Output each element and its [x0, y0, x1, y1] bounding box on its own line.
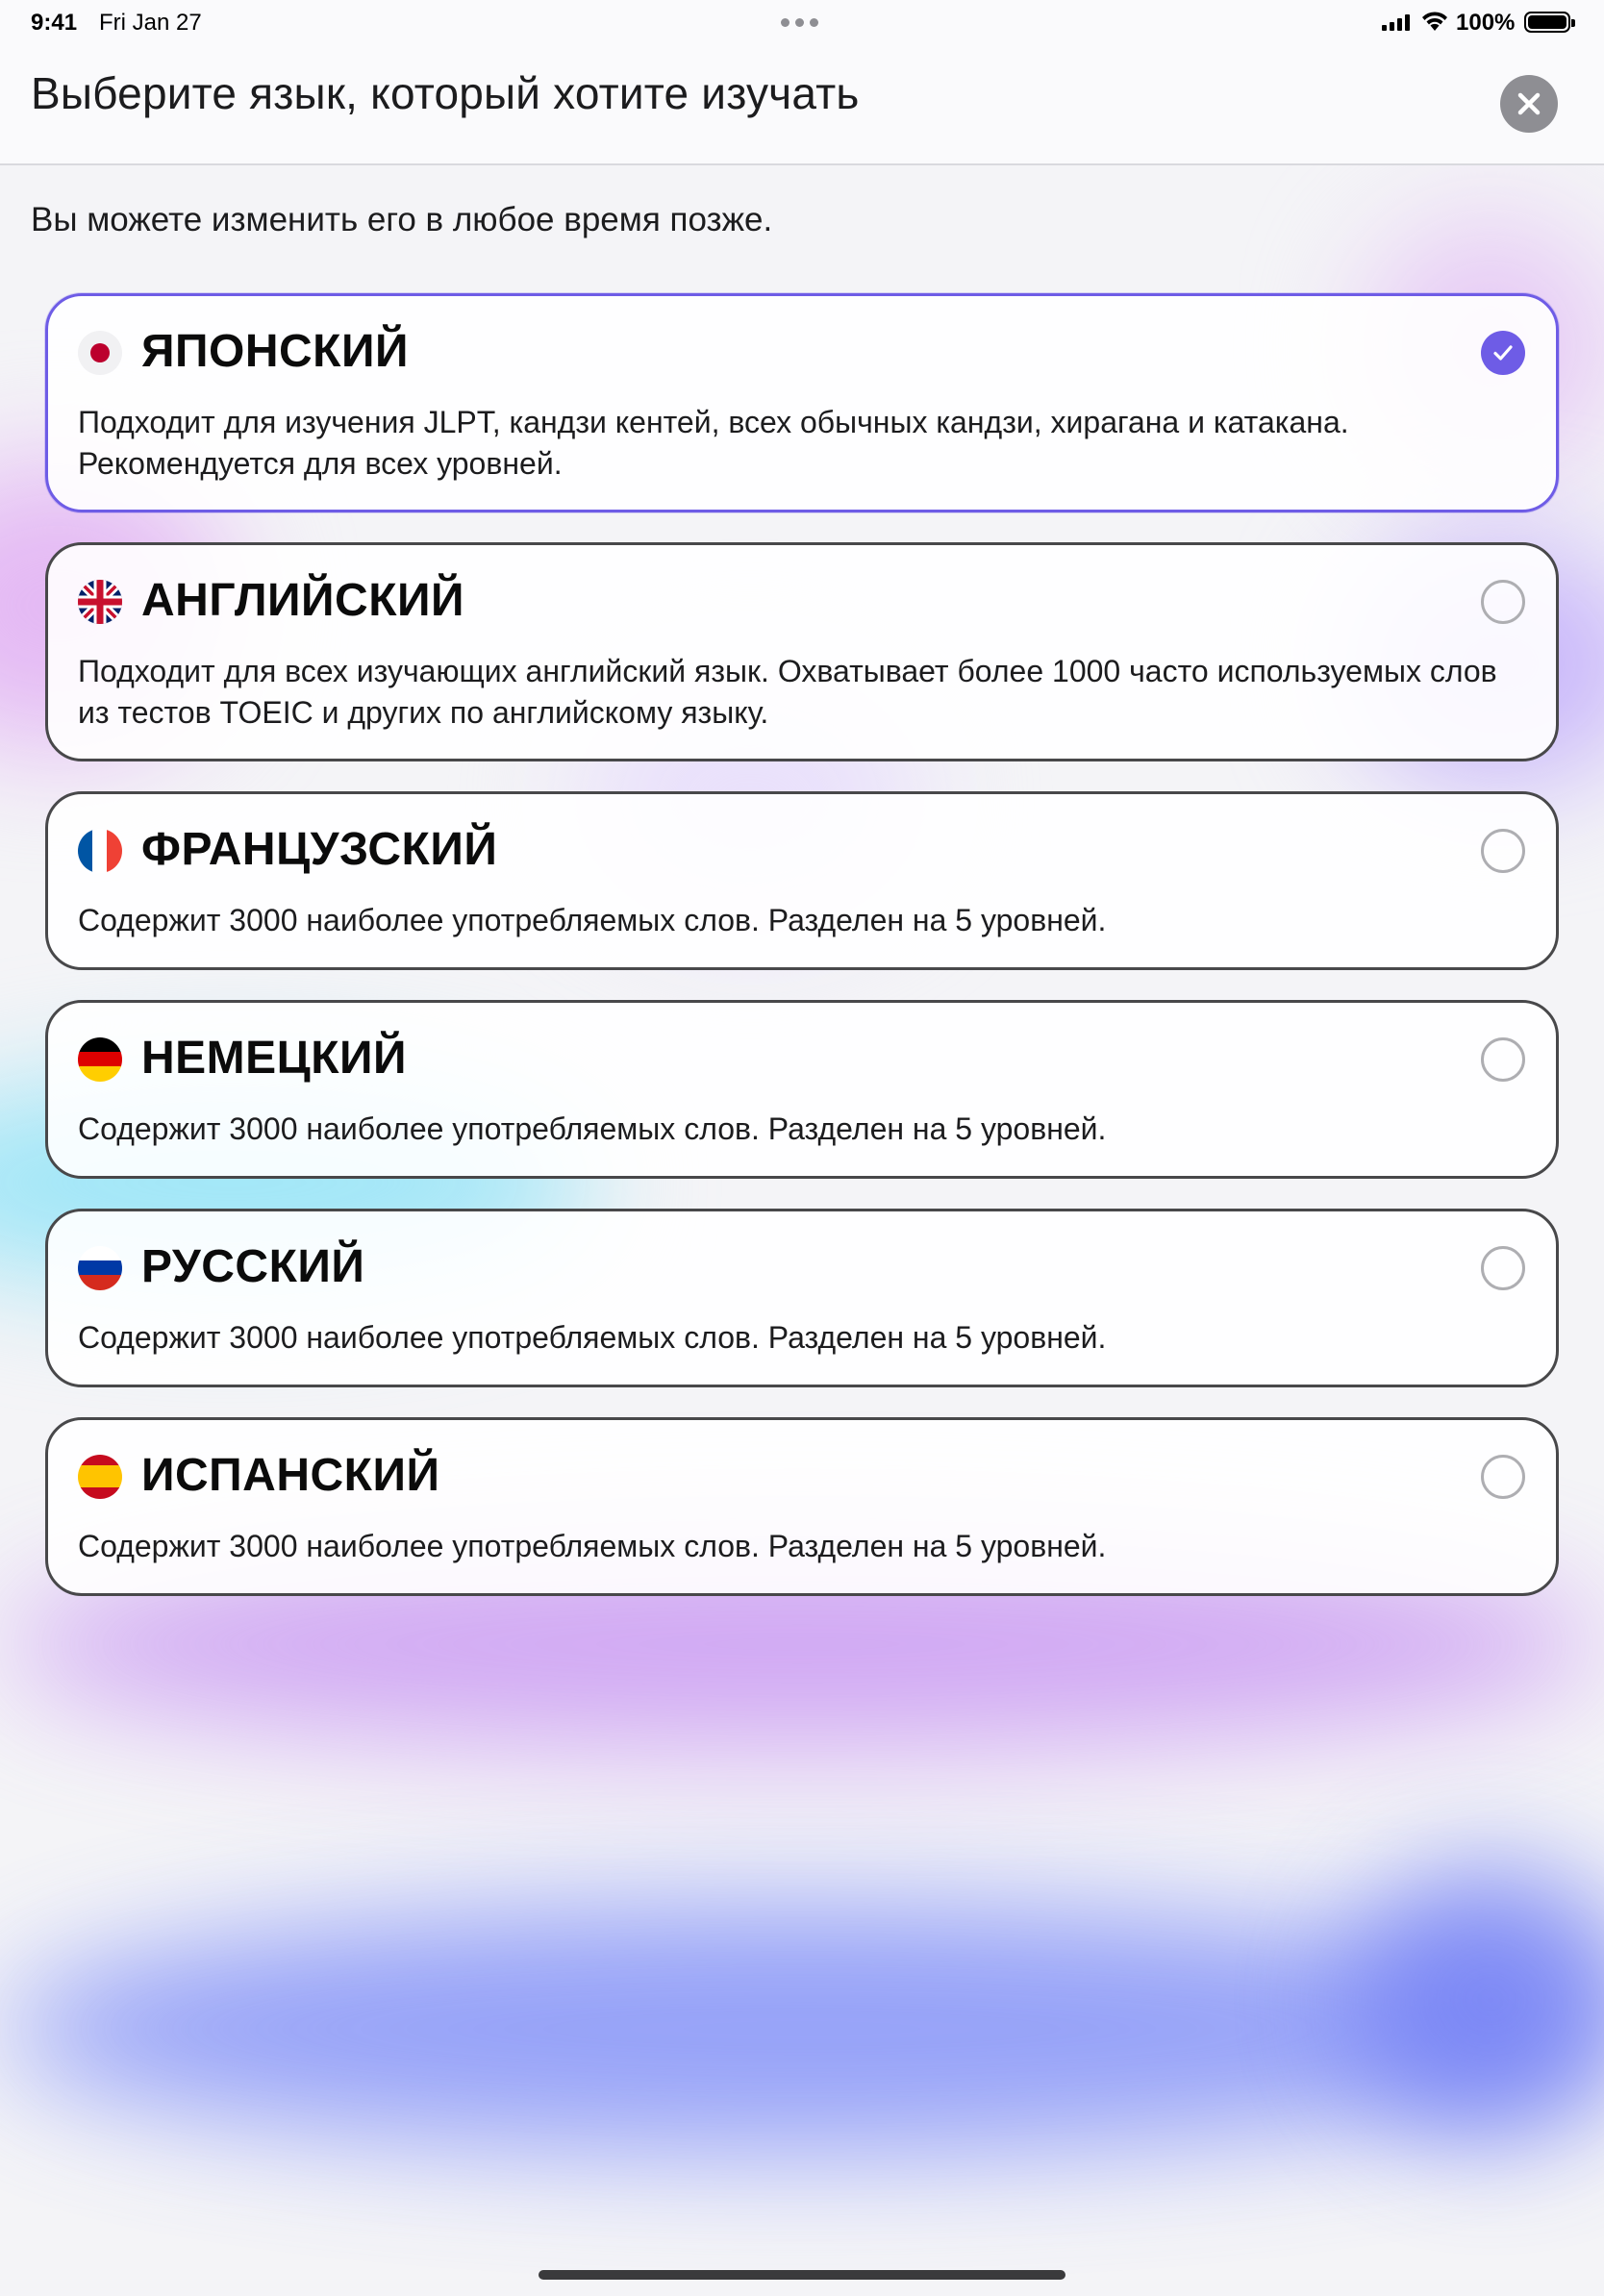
language-list: ЯПОНСКИЙ Подходит для изучения JLPT, кан…	[45, 293, 1559, 1626]
language-card-spanish[interactable]: ИСПАНСКИЙ Содержит 3000 наиболее употреб…	[45, 1417, 1559, 1596]
france-flag-icon	[78, 829, 122, 873]
close-button[interactable]	[1500, 75, 1558, 133]
radio-unselected-icon[interactable]	[1481, 580, 1525, 624]
subtitle: Вы можете изменить его в любое время поз…	[31, 201, 773, 238]
uk-flag-icon	[78, 580, 122, 624]
language-description: Содержит 3000 наиболее употребляемых сло…	[78, 1111, 1107, 1146]
germany-flag-icon	[78, 1037, 122, 1082]
language-description: Содержит 3000 наиболее употребляемых сло…	[78, 903, 1107, 937]
battery-percentage: 100%	[1456, 10, 1516, 36]
language-card-japanese[interactable]: ЯПОНСКИЙ Подходит для изучения JLPT, кан…	[45, 293, 1559, 512]
status-bar: 9:41 Fri Jan 27 100%	[0, 0, 1604, 46]
home-indicator[interactable]	[539, 2270, 1065, 2280]
japan-flag-icon	[78, 331, 122, 375]
language-name: АНГЛИЙСКИЙ	[141, 575, 464, 626]
language-description: Подходит для всех изучающих английский я…	[78, 654, 1497, 730]
language-name: ФРАНЦУЗСКИЙ	[141, 824, 498, 875]
language-description: Содержит 3000 наиболее употребляемых сло…	[78, 1320, 1107, 1355]
language-card-french[interactable]: ФРАНЦУЗСКИЙ Содержит 3000 наиболее употр…	[45, 791, 1559, 970]
status-date: Fri Jan 27	[99, 10, 202, 36]
wifi-icon	[1422, 12, 1447, 31]
language-card-english[interactable]: АНГЛИЙСКИЙ Подходит для всех изучающих а…	[45, 542, 1559, 761]
radio-unselected-icon[interactable]	[1481, 1037, 1525, 1082]
language-card-german[interactable]: НЕМЕЦКИЙ Содержит 3000 наиболее употребл…	[45, 1000, 1559, 1179]
radio-unselected-icon[interactable]	[1481, 1455, 1525, 1499]
close-icon	[1517, 92, 1541, 115]
cellular-signal-icon	[1382, 13, 1410, 31]
page-title: Выберите язык, который хотите изучать	[31, 68, 860, 118]
language-name: ЯПОНСКИЙ	[141, 326, 409, 377]
multitasking-dots-icon[interactable]	[781, 18, 818, 27]
battery-icon	[1524, 12, 1575, 33]
radio-unselected-icon[interactable]	[1481, 1246, 1525, 1290]
language-description: Содержит 3000 наиболее употребляемых сло…	[78, 1529, 1107, 1563]
selected-check-icon[interactable]	[1481, 331, 1525, 375]
status-time: 9:41	[31, 10, 78, 36]
language-name: НЕМЕЦКИЙ	[141, 1033, 408, 1084]
spain-flag-icon	[78, 1455, 122, 1499]
language-card-russian[interactable]: РУССКИЙ Содержит 3000 наиболее употребля…	[45, 1209, 1559, 1387]
language-name: РУССКИЙ	[141, 1241, 365, 1292]
language-description: Подходит для изучения JLPT, кандзи кенте…	[78, 405, 1349, 481]
radio-unselected-icon[interactable]	[1481, 829, 1525, 873]
russia-flag-icon	[78, 1246, 122, 1290]
language-name: ИСПАНСКИЙ	[141, 1450, 440, 1501]
